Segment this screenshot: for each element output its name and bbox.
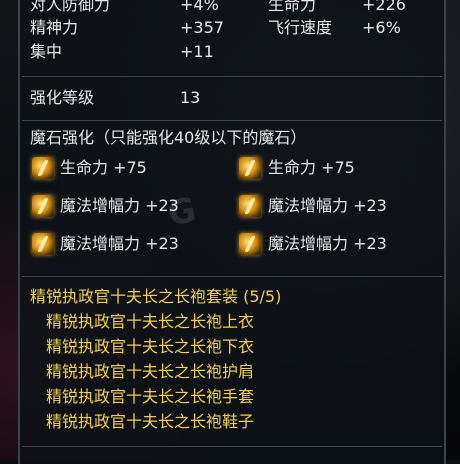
stat-value-pvp-defense: +4%	[180, 0, 219, 14]
manastone-slot: 魔法增幅力 +23	[268, 196, 387, 215]
manastone-title: 魔石强化（只能强化40级以下的魔石）	[30, 128, 307, 147]
manastone-slot: 魔法增幅力 +23	[60, 234, 179, 253]
set-piece: 精锐执政官十夫长之长袍手套	[46, 387, 255, 406]
manastone-slot: 生命力 +75	[268, 158, 355, 177]
stat-label-flight-speed: 飞行速度	[268, 18, 333, 37]
manastone-icon	[239, 233, 261, 255]
set-piece: 精锐执政官十夫长之长袍下衣	[46, 337, 255, 356]
divider	[22, 276, 442, 277]
manastone-icon	[32, 157, 54, 179]
manastone-slot: 生命力 +75	[60, 158, 147, 177]
stat-value-flight-speed: +6%	[362, 18, 401, 37]
manastone-icon	[32, 233, 54, 255]
stat-value-hp: +226	[362, 0, 406, 14]
set-piece: 精锐执政官十夫长之长袍鞋子	[46, 412, 255, 431]
stat-value-focus: +11	[180, 42, 214, 61]
manastone-slot: 魔法增幅力 +23	[60, 196, 179, 215]
manastone-icon	[239, 195, 261, 217]
set-title: 精锐执政官十夫长之长袍套装 (5/5)	[30, 287, 282, 306]
stat-label-focus: 集中	[30, 42, 63, 61]
set-piece: 精锐执政官十夫长之长袍护肩	[46, 362, 255, 381]
stat-label-spirit: 精神力	[30, 18, 79, 37]
divider	[22, 446, 442, 447]
enhance-level-label: 强化等级	[30, 88, 95, 107]
set-piece: 精锐执政官十夫长之长袍上衣	[46, 312, 255, 331]
stat-value-spirit: +357	[180, 18, 224, 37]
enhance-level-value: 13	[180, 88, 201, 107]
manastone-icon	[32, 195, 54, 217]
stat-label-pvp-defense: 对人防御力	[30, 0, 111, 14]
manastone-slot: 魔法增幅力 +23	[268, 234, 387, 253]
manastone-icon	[239, 157, 261, 179]
divider	[22, 120, 442, 121]
stat-label-hp: 生命力	[268, 0, 317, 14]
divider	[22, 76, 442, 77]
